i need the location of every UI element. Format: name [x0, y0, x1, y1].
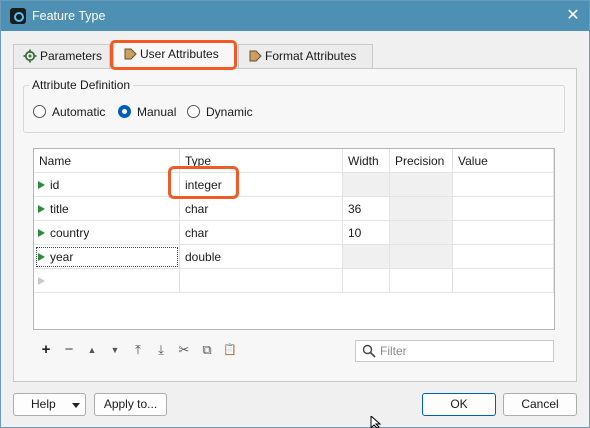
- row-arrow-icon: [38, 229, 45, 237]
- add-icon[interactable]: +: [38, 341, 54, 359]
- copy-icon[interactable]: ⧉: [199, 341, 215, 359]
- table-row-type-cell[interactable]: char: [180, 221, 343, 245]
- ok-button[interactable]: OK: [422, 393, 496, 416]
- radio-automatic-button[interactable]: [33, 105, 46, 118]
- row-arrow-icon: [38, 253, 45, 261]
- radio-automatic-label: Automatic: [52, 105, 106, 119]
- search-icon: [362, 344, 376, 358]
- column-header-type[interactable]: Type: [180, 149, 343, 173]
- table-row-type-cell[interactable]: double: [180, 245, 343, 269]
- move-bottom-icon[interactable]: ⤓: [153, 341, 169, 359]
- help-button[interactable]: Help: [13, 393, 86, 416]
- app-icon: [10, 8, 26, 24]
- new-row-arrow-icon: [38, 277, 45, 285]
- cancel-button[interactable]: Cancel: [503, 393, 577, 416]
- table-row-width-cell[interactable]: [343, 173, 390, 197]
- mouse-cursor-icon: [370, 416, 382, 428]
- attribute-arrow-icon: [249, 50, 262, 62]
- table-row-precision-cell[interactable]: [390, 197, 453, 221]
- chevron-down-icon[interactable]: [72, 403, 80, 408]
- help-button-label: Help: [31, 397, 56, 411]
- paste-icon[interactable]: 📋: [222, 341, 238, 359]
- table-row-name-cell[interactable]: year: [34, 245, 180, 269]
- table-row-value-cell[interactable]: [453, 173, 554, 197]
- apply-to-button[interactable]: Apply to...: [94, 393, 167, 416]
- tab-format-attributes[interactable]: Format Attributes: [238, 44, 373, 68]
- attribute-definition-title: Attribute Definition: [29, 78, 134, 92]
- filter-placeholder: Filter: [380, 344, 407, 358]
- new-row-width-cell[interactable]: [343, 269, 390, 293]
- table-row-value-cell[interactable]: [453, 221, 554, 245]
- close-icon[interactable]: ✕: [561, 5, 585, 27]
- column-header-precision[interactable]: Precision: [390, 149, 453, 173]
- tab-parameters[interactable]: Parameters: [13, 44, 110, 68]
- table-row-precision-cell[interactable]: [390, 173, 453, 197]
- filter-input[interactable]: Filter: [355, 340, 554, 362]
- tab-parameters-label: Parameters: [40, 49, 103, 63]
- tab-format-attributes-label: Format Attributes: [265, 49, 357, 63]
- new-row-name-cell[interactable]: [34, 269, 180, 293]
- table-row-width-cell[interactable]: 10: [343, 221, 390, 245]
- row-arrow-icon: [38, 205, 45, 213]
- new-row-type-cell[interactable]: [180, 269, 343, 293]
- tab-user-attributes-label: User Attributes: [140, 47, 219, 61]
- radio-dynamic-button[interactable]: [187, 105, 200, 118]
- row-arrow-icon: [38, 181, 45, 189]
- attribute-name: year: [50, 250, 74, 264]
- table-row-value-cell[interactable]: [453, 245, 554, 269]
- attribute-name: title: [50, 202, 69, 216]
- radio-manual-label: Manual: [137, 105, 177, 119]
- attributes-table: Name Type Width Precision Value id integ…: [33, 148, 555, 330]
- move-up-icon[interactable]: ▲: [84, 341, 100, 359]
- column-header-value[interactable]: Value: [453, 149, 554, 173]
- remove-icon[interactable]: −: [61, 341, 77, 359]
- table-row-value-cell[interactable]: [453, 197, 554, 221]
- table-row-precision-cell[interactable]: [390, 245, 453, 269]
- attribute-arrow-icon: [124, 48, 137, 60]
- title-bar: Feature Type ✕: [1, 1, 589, 31]
- window-title: Feature Type: [32, 9, 106, 23]
- move-top-icon[interactable]: ⤒: [130, 341, 146, 359]
- cut-icon[interactable]: ✂: [176, 341, 192, 359]
- table-row-precision-cell[interactable]: [390, 221, 453, 245]
- table-row-type-cell[interactable]: char: [180, 197, 343, 221]
- table-row-type-cell[interactable]: integer: [180, 173, 343, 197]
- column-header-width[interactable]: Width: [343, 149, 390, 173]
- table-row-name-cell[interactable]: id: [34, 173, 180, 197]
- table-row-width-cell[interactable]: 36: [343, 197, 390, 221]
- attribute-name: country: [50, 226, 90, 240]
- tab-user-attributes[interactable]: User Attributes: [113, 42, 235, 69]
- new-row-value-cell[interactable]: [453, 269, 554, 293]
- move-down-icon[interactable]: ▼: [107, 341, 123, 359]
- table-row-name-cell[interactable]: country: [34, 221, 180, 245]
- radio-manual-button[interactable]: [118, 105, 131, 118]
- column-header-name[interactable]: Name: [34, 149, 180, 173]
- attribute-name: id: [50, 178, 60, 192]
- table-row-width-cell[interactable]: [343, 245, 390, 269]
- table-row-name-cell[interactable]: title: [34, 197, 180, 221]
- gear-icon: [23, 49, 37, 63]
- radio-dynamic-label: Dynamic: [206, 105, 253, 119]
- new-row-precision-cell[interactable]: [390, 269, 453, 293]
